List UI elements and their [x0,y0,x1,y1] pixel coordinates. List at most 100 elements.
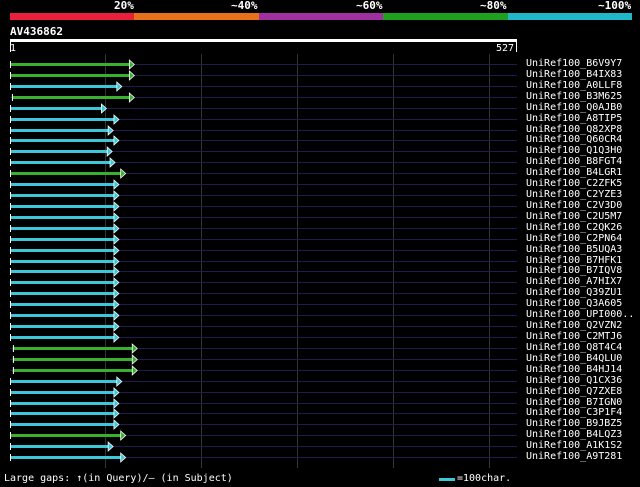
hit-alignment-bar[interactable] [11,96,131,99]
hit-alignment-bar[interactable] [10,402,115,405]
hit-end-arrow [120,452,127,463]
hit-start-tick [10,323,11,330]
hit-alignment-bar[interactable] [10,336,115,339]
hit-alignment-bar[interactable] [10,380,118,383]
hit-alignment-bar[interactable] [12,347,134,350]
hit-start-tick [10,301,11,308]
hit-alignment-bar[interactable] [10,391,115,394]
hit-start-tick [10,279,11,286]
hit-end-arrow [113,114,120,125]
hit-alignment-bar[interactable] [10,456,122,459]
hit-alignment-bar[interactable] [10,270,115,273]
hit-alignment-bar[interactable] [10,205,115,208]
hit-end-arrow [113,419,120,430]
hit-end-arrow [113,310,120,321]
hit-alignment-bar[interactable] [10,281,115,284]
hit-start-tick [10,170,11,177]
hit-start-tick [10,127,11,134]
hit-end-arrow [116,81,123,92]
hit-alignment-bar[interactable] [10,183,115,186]
hit-end-arrow [113,266,120,277]
hit-start-tick [10,432,11,439]
hit-start-tick [10,225,11,232]
hit-end-arrow [113,212,120,223]
hit-alignment-bar[interactable] [10,303,115,306]
hit-alignment-bar[interactable] [10,107,103,110]
hit-alignment-bar[interactable] [10,139,115,142]
hit-end-arrow [113,201,120,212]
hit-alignment-bar[interactable] [10,161,112,164]
hit-alignment-bar[interactable] [10,150,109,153]
hit-alignment-bar[interactable] [10,172,122,175]
hit-end-arrow [113,256,120,267]
hit-alignment-bar[interactable] [10,260,115,263]
hit-alignment-bar[interactable] [10,314,115,317]
hit-start-tick [10,181,11,188]
hit-end-arrow [100,103,107,114]
hit-end-arrow [113,234,120,245]
hit-end-arrow [120,430,127,441]
hit-alignment-bar[interactable] [10,216,115,219]
hit-end-arrow [113,223,120,234]
hit-alignment-bar[interactable] [10,63,131,66]
hit-alignment-bar[interactable] [10,434,122,437]
hit-start-tick [10,214,11,221]
hit-end-arrow [107,125,114,136]
scale-legend-line [439,478,455,481]
hit-start-tick [10,192,11,199]
hit-alignment-bar[interactable] [10,249,115,252]
hit-alignment-bar[interactable] [10,445,110,448]
hit-start-tick [10,443,11,450]
hit-start-tick [12,367,14,374]
hit-alignment-bar[interactable] [10,238,115,241]
hit-end-arrow [128,59,135,70]
hit-alignment-bar[interactable] [10,194,115,197]
hit-alignment-bar[interactable] [10,325,115,328]
hit-start-tick [10,389,11,396]
hit-alignment-bar[interactable] [12,358,134,361]
scale-legend-text: =100char. [457,473,512,484]
hit-start-tick [10,83,11,90]
hit-alignment-bar[interactable] [10,74,131,77]
gaps-legend: Large gaps: ↑(in Query)/– (in Subject) [4,473,233,484]
hit-end-arrow [128,70,135,81]
hit-start-tick [10,268,11,275]
hit-end-arrow [107,441,114,452]
hit-end-arrow [116,376,123,387]
hit-start-tick [10,247,11,254]
hit-start-tick [10,258,11,265]
hit-alignment-bar[interactable] [10,423,115,426]
hit-start-tick [10,148,11,155]
hit-start-tick [11,94,13,101]
hit-end-arrow [113,299,120,310]
hit-start-tick [10,116,11,123]
hit-start-tick [10,137,11,144]
hit-end-arrow [113,245,120,256]
hit-end-arrow [120,168,127,179]
hit-start-tick [10,203,11,210]
hit-end-arrow [113,135,120,146]
hit-end-arrow [113,398,120,409]
hit-end-arrow [113,408,120,419]
hit-start-tick [10,105,11,112]
hit-start-tick [10,334,11,341]
hit-alignment-bar[interactable] [10,129,110,132]
hit-alignment-bar[interactable] [10,292,115,295]
hit-start-tick [10,378,11,385]
hit-start-tick [10,400,11,407]
hit-alignment-bar[interactable] [10,85,118,88]
hit-alignment-bar[interactable] [12,369,134,372]
hit-end-arrow [128,92,135,103]
hit-start-tick [10,454,11,461]
hit-start-tick [10,312,11,319]
hit-alignment-bar[interactable] [10,412,115,415]
hit-end-arrow [113,387,120,398]
hit-start-tick [10,290,11,297]
hit-end-arrow [113,332,120,343]
hit-start-tick [10,421,11,428]
hit-alignment-bar[interactable] [10,118,115,121]
hit-alignment-bar[interactable] [10,227,115,230]
hit-start-tick [10,236,11,243]
hit-end-arrow [113,190,120,201]
hit-start-tick [10,72,11,79]
